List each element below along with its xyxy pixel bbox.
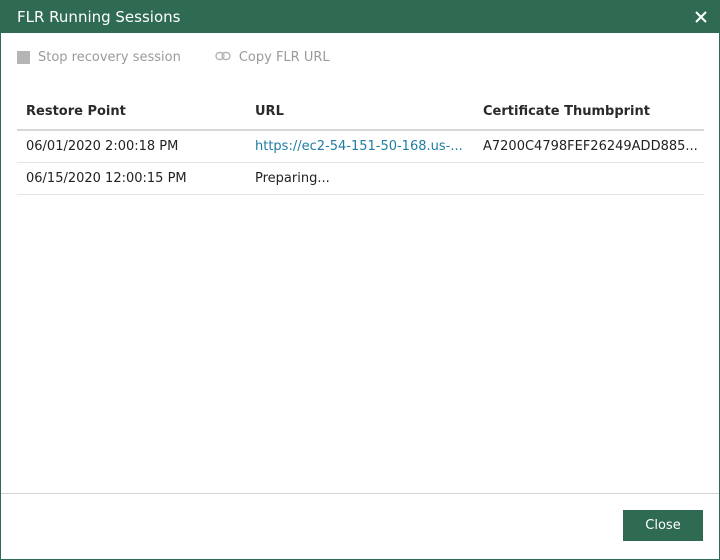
restore-point-cell: 06/01/2020 2:00:18 PM	[26, 139, 179, 154]
table-header: Restore Point URL Certificate Thumbprint	[17, 93, 704, 131]
flr-running-sessions-dialog: FLR Running Sessions Stop recovery sessi…	[0, 0, 720, 560]
dialog-footer: Close	[1, 493, 719, 559]
title-bar: FLR Running Sessions	[1, 1, 719, 33]
sessions-table: Restore Point URL Certificate Thumbprint…	[17, 93, 704, 195]
close-button[interactable]: Close	[623, 510, 703, 541]
column-header-certificate-thumbprint[interactable]: Certificate Thumbprint	[474, 104, 704, 119]
link-icon	[215, 50, 231, 65]
stop-recovery-session-label: Stop recovery session	[38, 49, 181, 65]
dialog-title: FLR Running Sessions	[17, 8, 181, 26]
column-header-restore-point[interactable]: Restore Point	[17, 104, 246, 119]
stop-recovery-session-button[interactable]: Stop recovery session	[17, 50, 181, 65]
thumbprint-cell: A7200C4798FEF26249ADD885...	[483, 139, 698, 154]
column-header-url[interactable]: URL	[246, 104, 474, 119]
table-row[interactable]: 06/15/2020 12:00:15 PM Preparing...	[17, 163, 704, 195]
restore-point-cell: 06/15/2020 12:00:15 PM	[26, 171, 187, 186]
close-icon[interactable]	[691, 7, 711, 27]
toolbar: Stop recovery session Copy FLR URL	[17, 47, 364, 67]
copy-flr-url-label: Copy FLR URL	[238, 49, 330, 65]
copy-flr-url-button[interactable]: Copy FLR URL	[215, 50, 330, 65]
url-link[interactable]: https://ec2-54-151-50-168.us-...	[246, 139, 474, 154]
url-status-cell: Preparing...	[255, 171, 330, 186]
table-row[interactable]: 06/01/2020 2:00:18 PM https://ec2-54-151…	[17, 131, 704, 163]
stop-icon	[17, 50, 30, 64]
